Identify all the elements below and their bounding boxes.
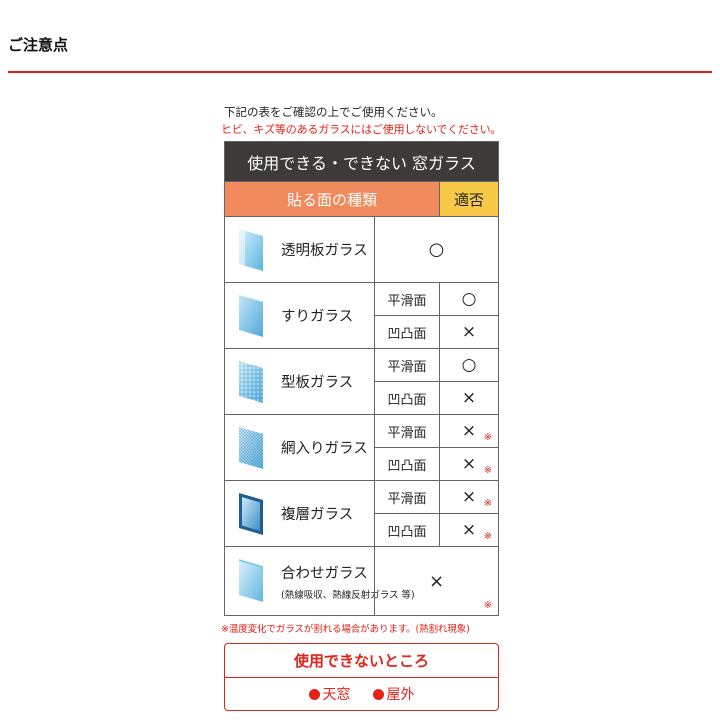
- result-symbol: ×: [461, 520, 477, 540]
- glass-type-label: 合わせガラス: [281, 565, 368, 582]
- glass-type-label: 型板ガラス: [281, 375, 354, 391]
- header-divider: [8, 71, 712, 73]
- result-symbol: ○: [461, 289, 477, 309]
- frosted-glass-icon: [239, 294, 263, 337]
- caution-asterisk: ※: [483, 531, 492, 542]
- clear-glass-icon: [239, 228, 263, 271]
- surface-row: 平滑面 ○: [375, 349, 498, 382]
- glass-type-label: 複層ガラス: [281, 507, 354, 523]
- surface-label: 平滑面: [375, 415, 440, 447]
- glass-compatibility-table: 使用できる・できない 窓ガラス 貼る面の種類 適否 透明板ガラス ○ すりガラス: [224, 141, 499, 616]
- glass-type-cell: 合わせガラス (熱線吸収、熱線反射ガラス 等): [225, 547, 415, 615]
- suitability-mark: ○: [375, 217, 498, 282]
- suitability-mark: × ※: [440, 448, 498, 480]
- result-symbol: ×: [461, 454, 477, 474]
- instruction-note: 下記の表をご確認の上でご使用ください。: [224, 105, 443, 119]
- table-row: 型板ガラス 平滑面 ○ 凹凸面 ×: [225, 349, 498, 415]
- footnote: ※温度変化でガラスが割れる場合があります。(熱割れ現象): [221, 624, 470, 635]
- result-symbol: ×: [461, 388, 477, 408]
- surface-label: 凹凸面: [375, 382, 440, 414]
- table-title: 使用できる・できない 窓ガラス: [225, 142, 498, 182]
- glass-type-cell: 網入りガラス: [225, 415, 375, 480]
- caution-asterisk: ※: [483, 465, 492, 476]
- result-symbol: ×: [461, 487, 477, 507]
- suitability-mark: ○: [440, 349, 498, 381]
- result-symbol: ×: [461, 421, 477, 441]
- surface-label: 平滑面: [375, 481, 440, 513]
- glass-type-label: 網入りガラス: [281, 441, 368, 457]
- surface-subrows: 平滑面 ○ 凹凸面 ×: [375, 349, 498, 414]
- surface-label: 平滑面: [375, 283, 440, 315]
- surface-label: 凹凸面: [375, 448, 440, 480]
- result-symbol: ×: [461, 322, 477, 342]
- result-symbol: ×: [428, 570, 445, 592]
- surface-row: 凹凸面 ×: [375, 316, 498, 348]
- not-usable-item: 天窓: [308, 684, 351, 704]
- table-row: 複層ガラス 平滑面 × ※ 凹凸面 × ※: [225, 481, 498, 547]
- suitability-mark: ×: [440, 316, 498, 348]
- table-row: 透明板ガラス ○: [225, 217, 498, 283]
- suitability-mark: ○: [440, 283, 498, 315]
- table-row: すりガラス 平滑面 ○ 凹凸面 ×: [225, 283, 498, 349]
- patterned-glass-icon: [239, 360, 263, 403]
- glass-type-cell: 型板ガラス: [225, 349, 375, 414]
- suitability-mark: × ※: [440, 415, 498, 447]
- table-row: 網入りガラス 平滑面 × ※ 凹凸面 × ※: [225, 415, 498, 481]
- laminated-glass-icon: [238, 559, 264, 602]
- surface-label: 凹凸面: [375, 514, 440, 546]
- surface-row: 凹凸面 × ※: [375, 514, 498, 546]
- surface-row: 平滑面 × ※: [375, 481, 498, 514]
- not-usable-list: 天窓 屋外: [225, 678, 498, 710]
- suitability-mark: ×: [440, 382, 498, 414]
- result-symbol: ○: [428, 239, 445, 260]
- glass-type-cell: すりガラス: [225, 283, 375, 348]
- table-header: 貼る面の種類 適否: [225, 182, 498, 217]
- not-usable-box: 使用できないところ 天窓 屋外: [224, 643, 499, 711]
- glass-type-cell: 透明板ガラス: [225, 217, 375, 282]
- glass-type-label: 透明板ガラス: [281, 243, 368, 259]
- suitability-mark: × ※: [440, 481, 498, 513]
- bullet-dot-icon: [308, 688, 320, 700]
- surface-row: 平滑面 × ※: [375, 415, 498, 448]
- surface-subrows: 平滑面 × ※ 凹凸面 × ※: [375, 481, 498, 546]
- surface-row: 凹凸面 × ※: [375, 448, 498, 480]
- wired-glass-icon: [239, 426, 263, 469]
- warning-note: ヒビ、キズ等のあるガラスにはご使用しないでください。: [221, 123, 502, 136]
- not-usable-label: 天窓: [322, 687, 351, 703]
- suitability-mark: × ※: [374, 547, 498, 615]
- surface-label: 凹凸面: [375, 316, 440, 348]
- caution-asterisk: ※: [483, 498, 492, 509]
- surface-row: 平滑面 ○: [375, 283, 498, 316]
- glass-type-label: すりガラス: [281, 309, 354, 325]
- not-usable-label: 屋外: [386, 687, 415, 703]
- surface-row: 凹凸面 ×: [375, 382, 498, 414]
- surface-label: 平滑面: [375, 349, 440, 381]
- surface-subrows: 平滑面 ○ 凹凸面 ×: [375, 283, 498, 348]
- double-glazed-glass-icon: [239, 492, 263, 535]
- result-symbol: ○: [461, 355, 477, 375]
- bullet-dot-icon: [372, 688, 384, 700]
- page-title: ご注意点: [8, 36, 69, 54]
- suitability-mark: × ※: [440, 514, 498, 546]
- glass-type-cell: 複層ガラス: [225, 481, 375, 546]
- not-usable-item: 屋外: [372, 684, 415, 704]
- column-header-type: 貼る面の種類: [225, 182, 440, 216]
- surface-subrows: 平滑面 × ※ 凹凸面 × ※: [375, 415, 498, 480]
- not-usable-title: 使用できないところ: [225, 644, 498, 678]
- table-row: 合わせガラス (熱線吸収、熱線反射ガラス 等) × ※: [225, 547, 498, 615]
- caution-asterisk: ※: [483, 432, 492, 443]
- column-header-suitability: 適否: [440, 182, 498, 216]
- caution-asterisk: ※: [483, 600, 492, 611]
